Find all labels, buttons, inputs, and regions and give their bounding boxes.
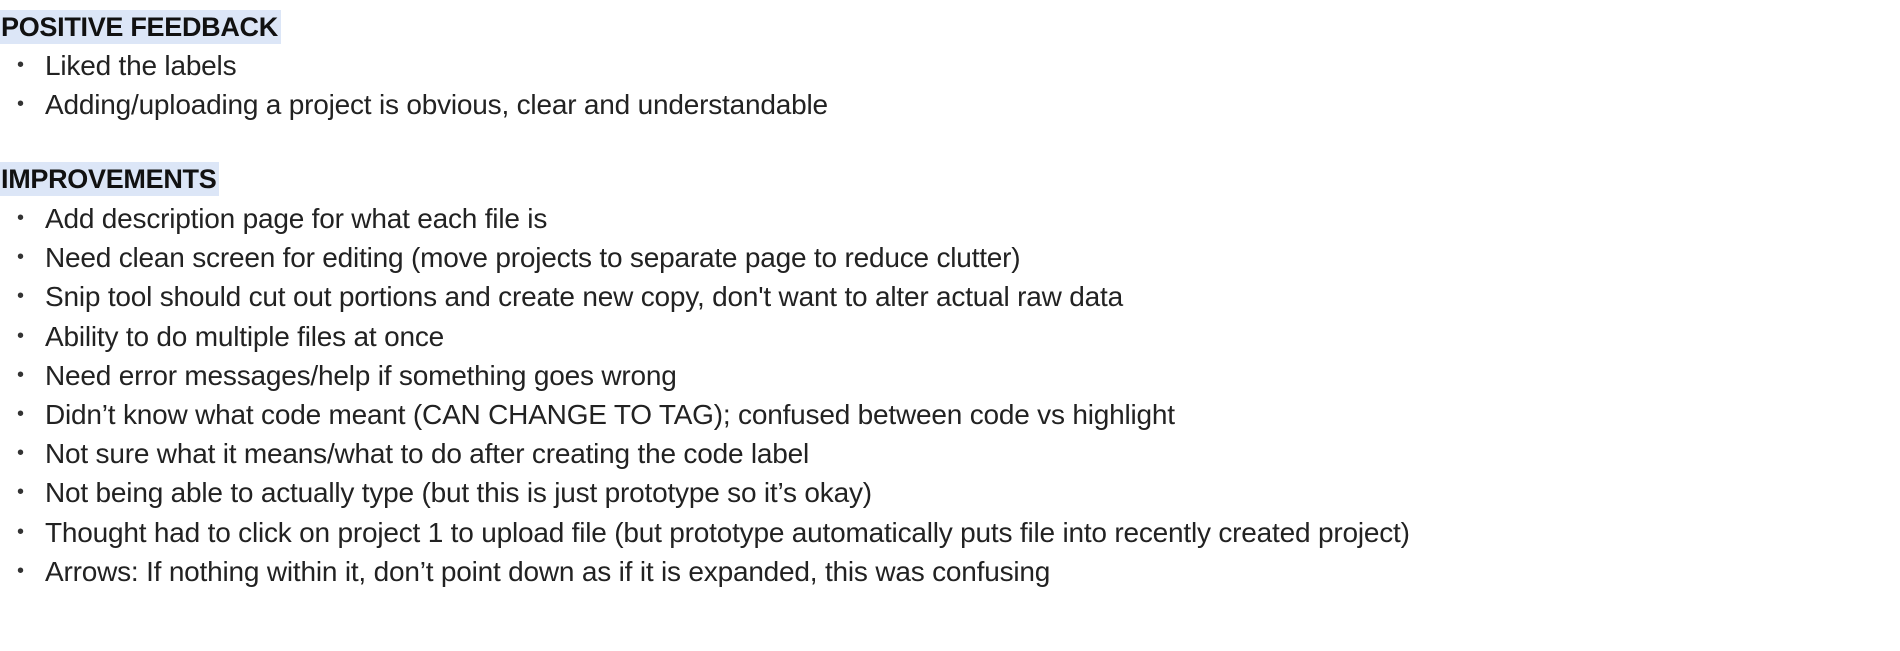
bullet-icon: • [17,54,24,76]
bullet-icon: • [17,93,24,116]
bullet-icon: • [17,520,24,543]
list-item: • Add description page for what each file… [0,199,1410,238]
list-item: • Snip tool should cut out portions and c… [0,277,1410,316]
list-item: • Liked the labels [0,46,828,85]
bullet-icon: • [17,481,24,504]
bullet-icon: • [17,324,24,347]
list-item-text: Ability to do multiple files at once [45,320,445,352]
bullet-icon: • [17,442,24,465]
list-item: • Need clean screen for editing (move pro… [0,238,1410,277]
list-item-text: Not sure what it means/what to do after … [45,438,810,470]
improvements-list: • Add description page for what each file… [0,199,1410,591]
list-item-text: Liked the labels [45,50,237,81]
bullet-icon: • [17,559,24,582]
list-item: • Ability to do multiple files at once [0,317,1410,356]
positive-feedback-section: POSITIVE FEEDBACK • Liked the labels • Add… [0,10,828,124]
list-item-text: Adding/uploading a project is obvious, c… [45,89,828,121]
list-item-text: Not being able to actually type (but thi… [45,477,872,509]
improvements-section: IMPROVEMENTS • Add description page for w… [0,162,1410,591]
positive-feedback-list: • Liked the labels • Adding/uploading a pr… [0,46,828,124]
list-item-text: Need clean screen for editing (move proj… [45,242,1021,274]
list-item-text: Thought had to click on project 1 to upl… [45,516,1410,548]
list-item-text: Arrows: If nothing within it, don’t poin… [45,555,1051,587]
list-item-text: Snip tool should cut out portions and cr… [45,281,1123,313]
list-item: • Not being able to actually type (but th… [0,473,1410,512]
list-item: • Need error messages/help if something g… [0,356,1410,395]
list-item-text: Didn’t know what code meant (CAN CHANGE … [45,398,1175,430]
bullet-icon: • [17,207,24,229]
list-item: • Didn’t know what code meant (CAN CHANGE… [0,395,1410,434]
bullet-icon: • [17,285,24,308]
list-item: • Arrows: If nothing within it, don’t poi… [0,552,1410,591]
bullet-icon: • [17,402,24,425]
improvements-heading: IMPROVEMENTS [0,162,220,196]
positive-feedback-heading: POSITIVE FEEDBACK [0,10,281,44]
bullet-icon: • [17,363,24,386]
list-item-text: Add description page for what each file … [45,203,548,234]
list-item-text: Need error messages/help if something go… [45,359,677,391]
bullet-icon: • [17,246,24,269]
list-item: • Thought had to click on project 1 to up… [0,513,1410,552]
list-item: • Adding/uploading a project is obvious, … [0,85,828,124]
list-item: • Not sure what it means/what to do after… [0,434,1410,473]
